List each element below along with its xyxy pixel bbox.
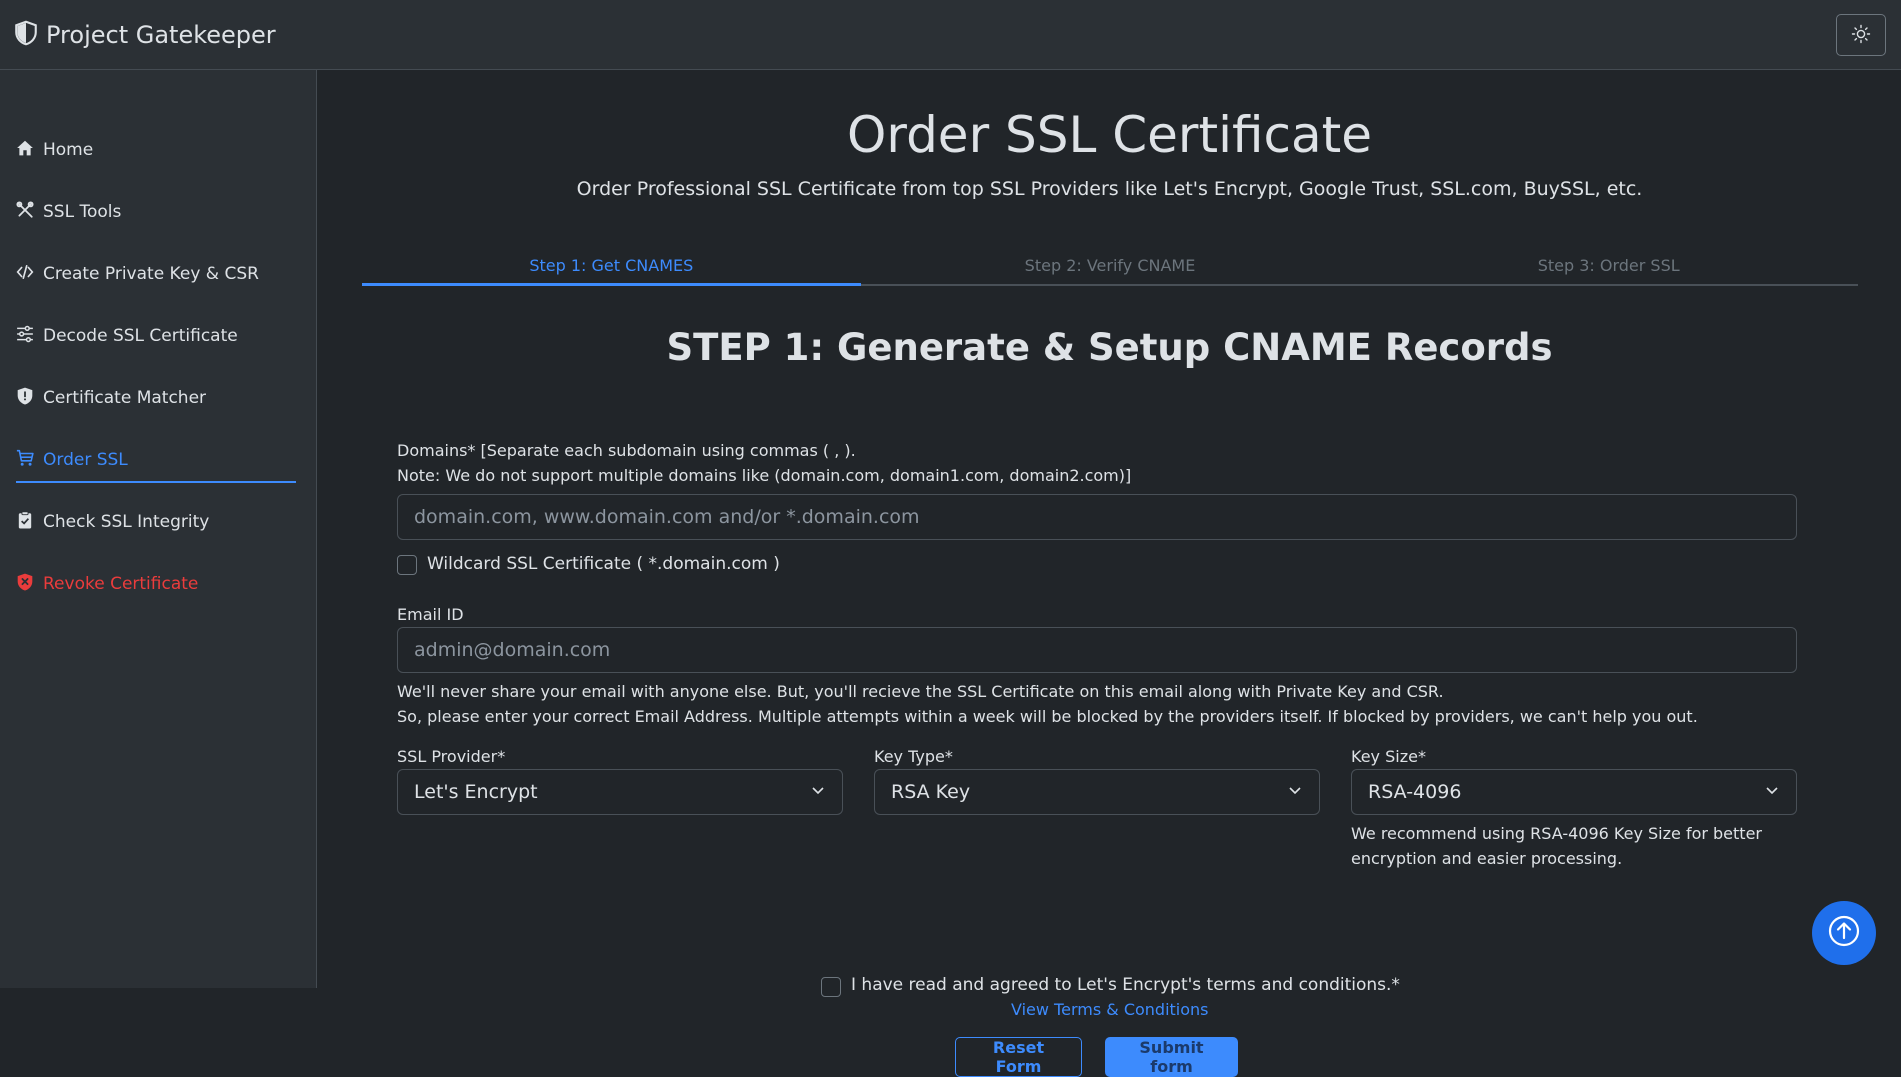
domains-note: Note: We do not support multiple domains… <box>397 466 1132 485</box>
provider-select[interactable]: Let's Encrypt <box>397 769 843 815</box>
sidebar: Home SSL Tools Create Private Key & CSR … <box>0 70 317 988</box>
key-size-help: We recommend using RSA-4096 Key Size for… <box>1351 824 1762 843</box>
clipboard-check-icon <box>16 510 43 534</box>
sidebar-item-label: Create Private Key & CSR <box>43 264 259 284</box>
chevron-down-icon <box>810 781 826 803</box>
house-icon <box>16 139 43 162</box>
sliders-icon <box>16 325 43 348</box>
sidebar-item-label: Check SSL Integrity <box>43 512 210 532</box>
provider-value: Let's Encrypt <box>414 781 538 803</box>
page-title: Order SSL Certificate <box>847 106 1372 164</box>
sidebar-item-certificate-matcher[interactable]: Certificate Matcher <box>16 378 296 418</box>
wildcard-label: Wildcard SSL Certificate ( *.domain.com … <box>427 554 780 574</box>
terms-checkbox[interactable] <box>821 977 841 997</box>
key-size-help-2: encryption and easier processing. <box>1351 849 1623 868</box>
shield-half-icon <box>14 20 46 50</box>
provider-label: SSL Provider* <box>397 747 506 766</box>
email-field[interactable] <box>397 627 1797 673</box>
email-help-text: We'll never share your email with anyone… <box>397 682 1444 701</box>
scroll-to-top-button[interactable] <box>1812 901 1876 965</box>
main-content: Order SSL Certificate Order Professional… <box>318 70 1901 1077</box>
app-title: Project Gatekeeper <box>46 21 276 49</box>
chevron-down-icon <box>1764 781 1780 803</box>
cart-icon <box>16 449 43 472</box>
reset-form-button[interactable]: Reset Form <box>955 1037 1082 1077</box>
key-type-label: Key Type* <box>874 747 953 766</box>
shield-x-icon <box>16 573 43 596</box>
sun-icon <box>1851 24 1871 47</box>
theme-toggle-button[interactable] <box>1836 14 1886 56</box>
page-subtitle: Order Professional SSL Certificate from … <box>576 178 1643 200</box>
chevron-down-icon <box>1287 781 1303 803</box>
step-1-tab[interactable]: Step 1: Get CNAMES <box>362 256 861 286</box>
domains-label: Domains* [Separate each subdomain using … <box>397 441 856 460</box>
brand[interactable]: Project Gatekeeper <box>14 20 276 50</box>
submit-form-button[interactable]: Submit form <box>1105 1037 1238 1077</box>
domains-input[interactable] <box>397 494 1797 540</box>
sidebar-item-decode-ssl[interactable]: Decode SSL Certificate <box>16 316 296 356</box>
step-2-tab[interactable]: Step 2: Verify CNAME <box>861 256 1360 284</box>
key-type-select[interactable]: RSA Key <box>874 769 1320 815</box>
sidebar-item-home[interactable]: Home <box>16 130 296 170</box>
sidebar-item-label: Home <box>43 140 94 160</box>
key-size-select[interactable]: RSA-4096 <box>1351 769 1797 815</box>
sidebar-item-order-ssl[interactable]: Order SSL <box>16 440 296 483</box>
key-size-label: Key Size* <box>1351 747 1426 766</box>
tools-icon <box>16 200 43 224</box>
sidebar-item-ssl-tools[interactable]: SSL Tools <box>16 192 296 232</box>
section-title: STEP 1: Generate & Setup CNAME Records <box>666 326 1553 369</box>
sidebar-item-label: Certificate Matcher <box>43 388 207 408</box>
sidebar-item-revoke-certificate[interactable]: Revoke Certificate <box>16 564 296 604</box>
email-label: Email ID <box>397 605 464 624</box>
shield-exclamation-icon <box>16 387 43 410</box>
code-icon <box>16 263 43 286</box>
sidebar-item-label: Decode SSL Certificate <box>43 326 238 346</box>
email-help-text-2: So, please enter your correct Email Addr… <box>397 707 1698 726</box>
top-navbar: Project Gatekeeper <box>0 0 1901 70</box>
sidebar-item-label: SSL Tools <box>43 202 122 222</box>
terms-label: I have read and agreed to Let's Encrypt'… <box>851 975 1400 995</box>
arrow-up-circle-icon <box>1827 914 1861 952</box>
view-terms-link[interactable]: View Terms & Conditions <box>1011 1000 1209 1019</box>
key-size-value: RSA-4096 <box>1368 781 1462 803</box>
step-3-tab[interactable]: Step 3: Order SSL <box>1359 256 1858 284</box>
wildcard-checkbox[interactable] <box>397 555 417 575</box>
sidebar-item-label: Order SSL <box>43 450 128 470</box>
step-progress: Step 1: Get CNAMES Step 2: Verify CNAME … <box>362 256 1858 286</box>
sidebar-item-check-ssl-integrity[interactable]: Check SSL Integrity <box>16 502 296 542</box>
sidebar-item-label: Revoke Certificate <box>43 574 199 594</box>
key-type-value: RSA Key <box>891 781 971 803</box>
sidebar-item-create-private-key[interactable]: Create Private Key & CSR <box>16 254 296 294</box>
